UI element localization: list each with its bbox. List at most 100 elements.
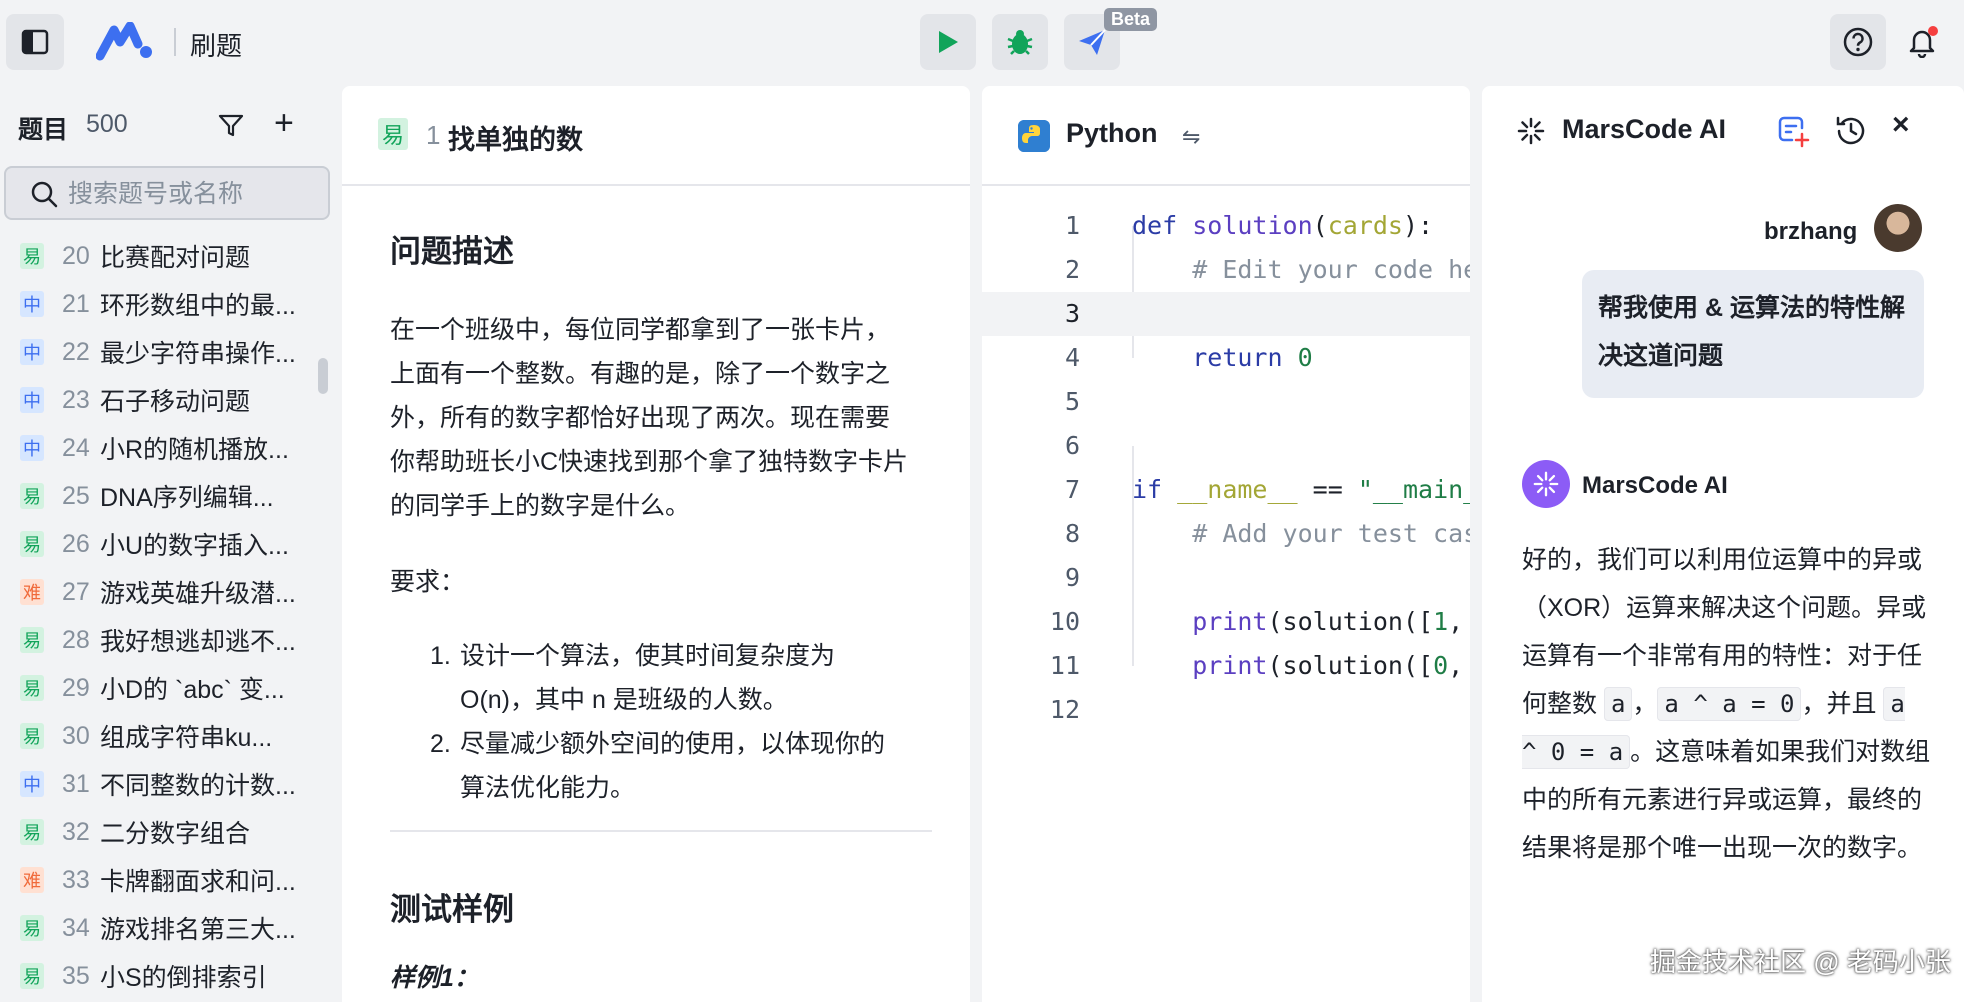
problem-list-item[interactable]: 难 27 游戏英雄升级潜... — [0, 568, 340, 616]
problem-title: 比赛配对问题 — [100, 244, 251, 272]
line-number: 11 — [1049, 651, 1080, 680]
language-switch-icon[interactable]: ⇋ — [1182, 124, 1200, 150]
marscode-logo-icon — [96, 22, 152, 61]
description-line: 在一个班级中，每位同学都拿到了一张卡片， — [390, 316, 891, 344]
search-icon — [31, 181, 58, 208]
debug-button[interactable] — [992, 14, 1048, 70]
code-area[interactable]: 1 def solution(cards): 2 # Edit your code… — [982, 204, 1470, 732]
paper-plane-icon — [1079, 29, 1106, 55]
problem-list-item[interactable]: 易 35 小S的倒排索引 — [0, 952, 340, 1000]
inline-code: a ^ a = 0 — [1657, 687, 1802, 721]
search-input[interactable] — [68, 176, 318, 212]
problem-title: 环形数组中的最... — [100, 292, 296, 320]
question-icon — [1843, 27, 1873, 57]
problem-panel: 易 1 找单独的数 问题描述 在一个班级中，每位同学都拿到了一张卡片， 上面有一个… — [342, 86, 970, 1002]
history-icon[interactable] — [1834, 114, 1868, 148]
sidebar-toggle-button[interactable] — [6, 14, 64, 70]
problem-list-item[interactable]: 易 20 比赛配对问题 — [0, 232, 340, 280]
line-number: 5 — [1064, 387, 1080, 416]
problem-number: 22 — [62, 337, 90, 366]
difficulty-badge: 难 — [20, 867, 44, 893]
difficulty-badge: 易 — [20, 483, 44, 509]
description-line: 上面有一个整数。有趣的是，除了一个数字之 — [390, 360, 891, 388]
difficulty-badge: 易 — [378, 118, 408, 150]
help-button[interactable] — [1830, 14, 1886, 70]
problem-list-item[interactable]: 易 30 组成字符串ku... — [0, 712, 340, 760]
filter-icon[interactable] — [216, 110, 246, 140]
problem-title: 石子移动问题 — [100, 388, 251, 416]
code-line: 2 # Edit your code here — [982, 248, 1470, 292]
line-number: 12 — [1049, 695, 1080, 724]
code-line: 12 — [982, 688, 1470, 732]
new-chat-icon[interactable] — [1776, 114, 1810, 148]
problem-list-item[interactable]: 中 24 小R的随机播放... — [0, 424, 340, 472]
description-line: 的同学手上的数字是什么。 — [390, 492, 691, 520]
search-box[interactable] — [4, 166, 330, 220]
problem-title: 小S的倒排索引 — [100, 964, 267, 992]
code-editor-panel: Python ⇋ 1 def solution(cards): 2 # Edit … — [982, 86, 1470, 1002]
problem-list-item[interactable]: 中 23 石子移动问题 — [0, 376, 340, 424]
bot-name: MarsCode AI — [1582, 472, 1728, 499]
notifications-button[interactable] — [1894, 14, 1950, 70]
problem-count: 500 — [86, 110, 128, 138]
line-number: 1 — [1064, 211, 1080, 240]
problem-number: 27 — [62, 577, 90, 606]
difficulty-badge: 易 — [20, 531, 44, 557]
problem-list-item[interactable]: 中 31 不同整数的计数... — [0, 760, 340, 808]
code-line: 6 — [982, 424, 1470, 468]
language-label: Python — [1066, 118, 1158, 148]
beta-badge: Beta — [1104, 8, 1158, 31]
problem-list-item[interactable]: 中 21 环形数组中的最... — [0, 280, 340, 328]
requirement-line: 设计一个算法，使其时间复杂度为 — [460, 642, 836, 670]
problem-list-item[interactable]: 易 29 小D的 `abc` 变... — [0, 664, 340, 712]
line-number: 7 — [1064, 475, 1080, 504]
problem-title: 组成字符串ku... — [100, 724, 273, 752]
add-icon[interactable]: + — [274, 106, 294, 140]
code-line-active: 3 — [982, 292, 1470, 336]
problem-list-item[interactable]: 易 25 DNA序列编辑... — [0, 472, 340, 520]
run-button[interactable] — [920, 14, 976, 70]
problem-number: 34 — [62, 913, 90, 942]
problem-list-item[interactable]: 易 28 我好想逃却逃不... — [0, 616, 340, 664]
section-divider — [390, 830, 932, 832]
problem-list-item[interactable]: 易 34 游戏排名第三大... — [0, 904, 340, 952]
problem-number: 1 — [426, 120, 441, 150]
code-line: 4 return 0 — [982, 336, 1470, 380]
tests-heading: 测试样例 — [390, 892, 514, 927]
bot-avatar — [1522, 460, 1570, 508]
problem-number: 24 — [62, 433, 90, 462]
difficulty-badge: 易 — [20, 723, 44, 749]
problem-title: 卡牌翻面求和问... — [100, 868, 296, 896]
line-number: 6 — [1064, 431, 1080, 460]
requirement-number: 2. — [430, 730, 451, 758]
difficulty-badge: 中 — [20, 387, 44, 413]
difficulty-badge: 中 — [20, 771, 44, 797]
problem-number: 33 — [62, 865, 90, 894]
problem-list-item[interactable]: 易 32 二分数字组合 — [0, 808, 340, 856]
problem-number: 35 — [62, 961, 90, 990]
problem-title: DNA序列编辑... — [100, 484, 274, 512]
problem-list-item[interactable]: 难 33 卡牌翻面求和问... — [0, 856, 340, 904]
problem-number: 28 — [62, 625, 90, 654]
close-icon[interactable]: × — [1892, 108, 1910, 142]
sidebar-toggle-icon — [21, 29, 49, 55]
line-number: 9 — [1064, 563, 1080, 592]
difficulty-badge: 易 — [20, 963, 44, 989]
problem-number: 29 — [62, 673, 90, 702]
difficulty-badge: 中 — [20, 339, 44, 365]
sidebar-scrollbar[interactable] — [318, 358, 328, 394]
difficulty-badge: 中 — [20, 291, 44, 317]
python-icon — [1018, 120, 1050, 152]
problem-list-item[interactable]: 中 22 最少字符串操作... — [0, 328, 340, 376]
ai-assistant-panel: MarsCode AI × brzhang 帮我使用 & 运算法的特性解决这道问… — [1482, 86, 1964, 1002]
problem-header: 易 1 找单独的数 — [342, 86, 970, 186]
problem-number: 32 — [62, 817, 90, 846]
problem-number: 30 — [62, 721, 90, 750]
difficulty-badge: 易 — [20, 243, 44, 269]
problem-title: 游戏英雄升级潜... — [100, 580, 296, 608]
problem-number: 20 — [62, 241, 90, 270]
description-line: 外，所有的数字都恰好出现了两次。现在需要 — [390, 404, 891, 432]
example-label: 样例1： — [390, 964, 479, 992]
problem-title: 最少字符串操作... — [100, 340, 296, 368]
problem-list-item[interactable]: 易 26 小U的数字插入... — [0, 520, 340, 568]
